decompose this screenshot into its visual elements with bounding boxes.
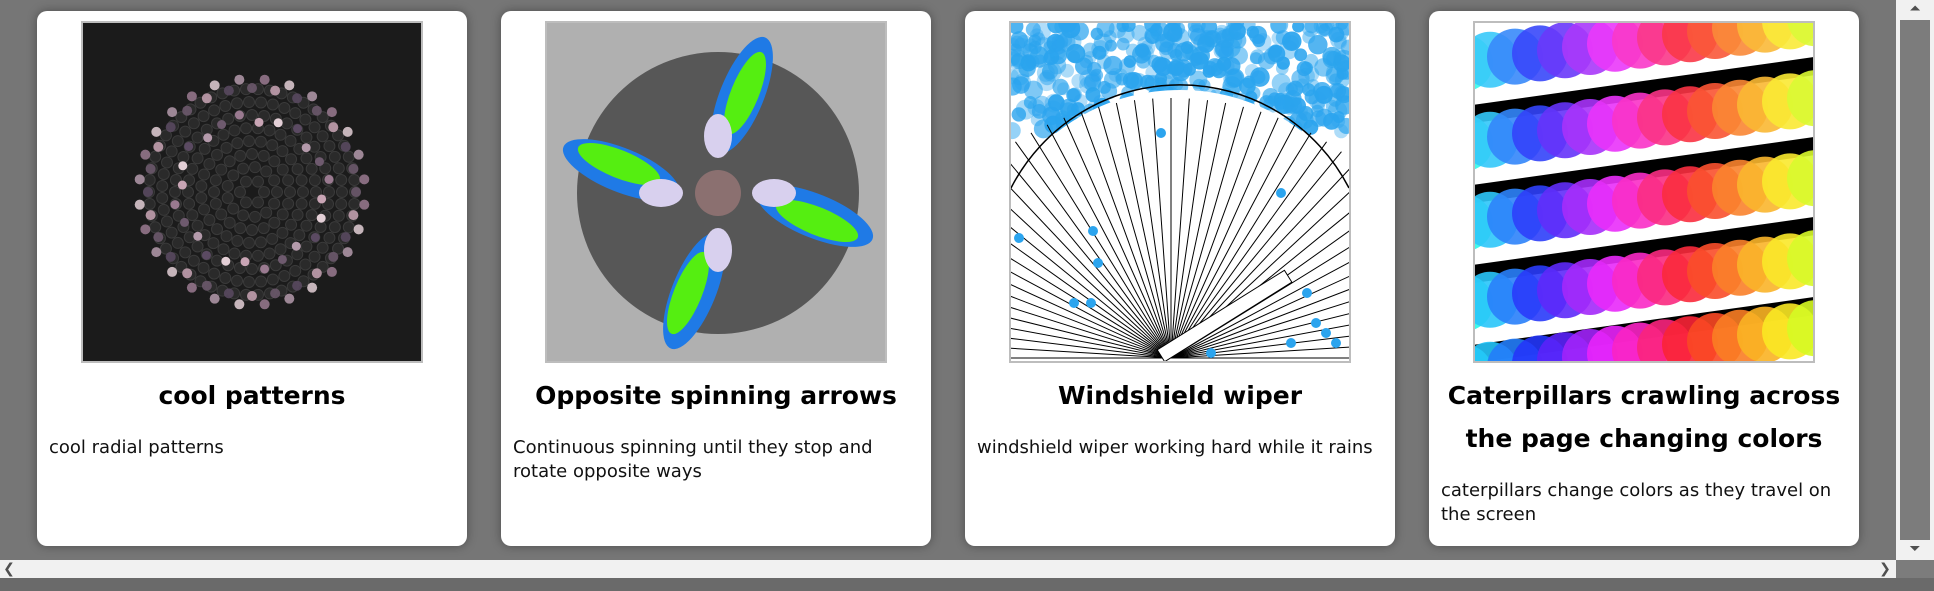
- caterpillars-thumbnail[interactable]: [1473, 21, 1815, 363]
- project-card-caterpillars[interactable]: Caterpillars crawling across the page ch…: [1429, 11, 1859, 546]
- caterpillars-canvas: [1475, 23, 1813, 361]
- spinning-arrows-canvas: [562, 36, 874, 350]
- card-description: caterpillars change colors as they trave…: [1441, 480, 1832, 525]
- window-bottom-edge: [0, 578, 1934, 591]
- scroll-right-icon[interactable]: ❯: [1876, 560, 1894, 578]
- scroll-left-icon[interactable]: ❮: [0, 560, 18, 578]
- windshield-wiper-thumbnail[interactable]: [1009, 21, 1351, 363]
- card-description: cool radial patterns: [49, 437, 224, 458]
- card-title[interactable]: Caterpillars crawling across the page ch…: [1439, 374, 1849, 460]
- horizontal-scrollbar[interactable]: ❮ ❯: [0, 560, 1896, 578]
- spinning-arrows-thumbnail[interactable]: [545, 21, 887, 363]
- project-card-windshield-wiper[interactable]: Windshield wiper windshield wiper workin…: [965, 11, 1395, 546]
- page-viewport: cool patterns cool radial patterns Oppos…: [0, 0, 1896, 560]
- card-description: windshield wiper working hard while it r…: [977, 437, 1373, 458]
- card-title[interactable]: cool patterns: [47, 374, 457, 417]
- scroll-up-icon[interactable]: ⏶: [1906, 0, 1924, 18]
- card-description: Continuous spinning until they stop and …: [513, 437, 873, 482]
- windshield-wiper-canvas: [1011, 23, 1349, 361]
- radial-pattern-thumbnail[interactable]: [81, 21, 423, 363]
- card-title[interactable]: Opposite spinning arrows: [511, 374, 921, 417]
- project-card-opposite-spinning-arrows[interactable]: Opposite spinning arrows Continuous spin…: [501, 11, 931, 546]
- hub-circle: [695, 170, 741, 216]
- scroll-down-icon[interactable]: ⏷: [1906, 540, 1924, 558]
- vertical-scrollbar[interactable]: ⏶ ⏷: [1896, 0, 1934, 560]
- card-title[interactable]: Windshield wiper: [975, 374, 1385, 417]
- radial-pattern-canvas: [134, 74, 370, 310]
- project-card-cool-patterns[interactable]: cool patterns cool radial patterns: [37, 11, 467, 546]
- vertical-scrollbar-thumb[interactable]: [1900, 20, 1930, 540]
